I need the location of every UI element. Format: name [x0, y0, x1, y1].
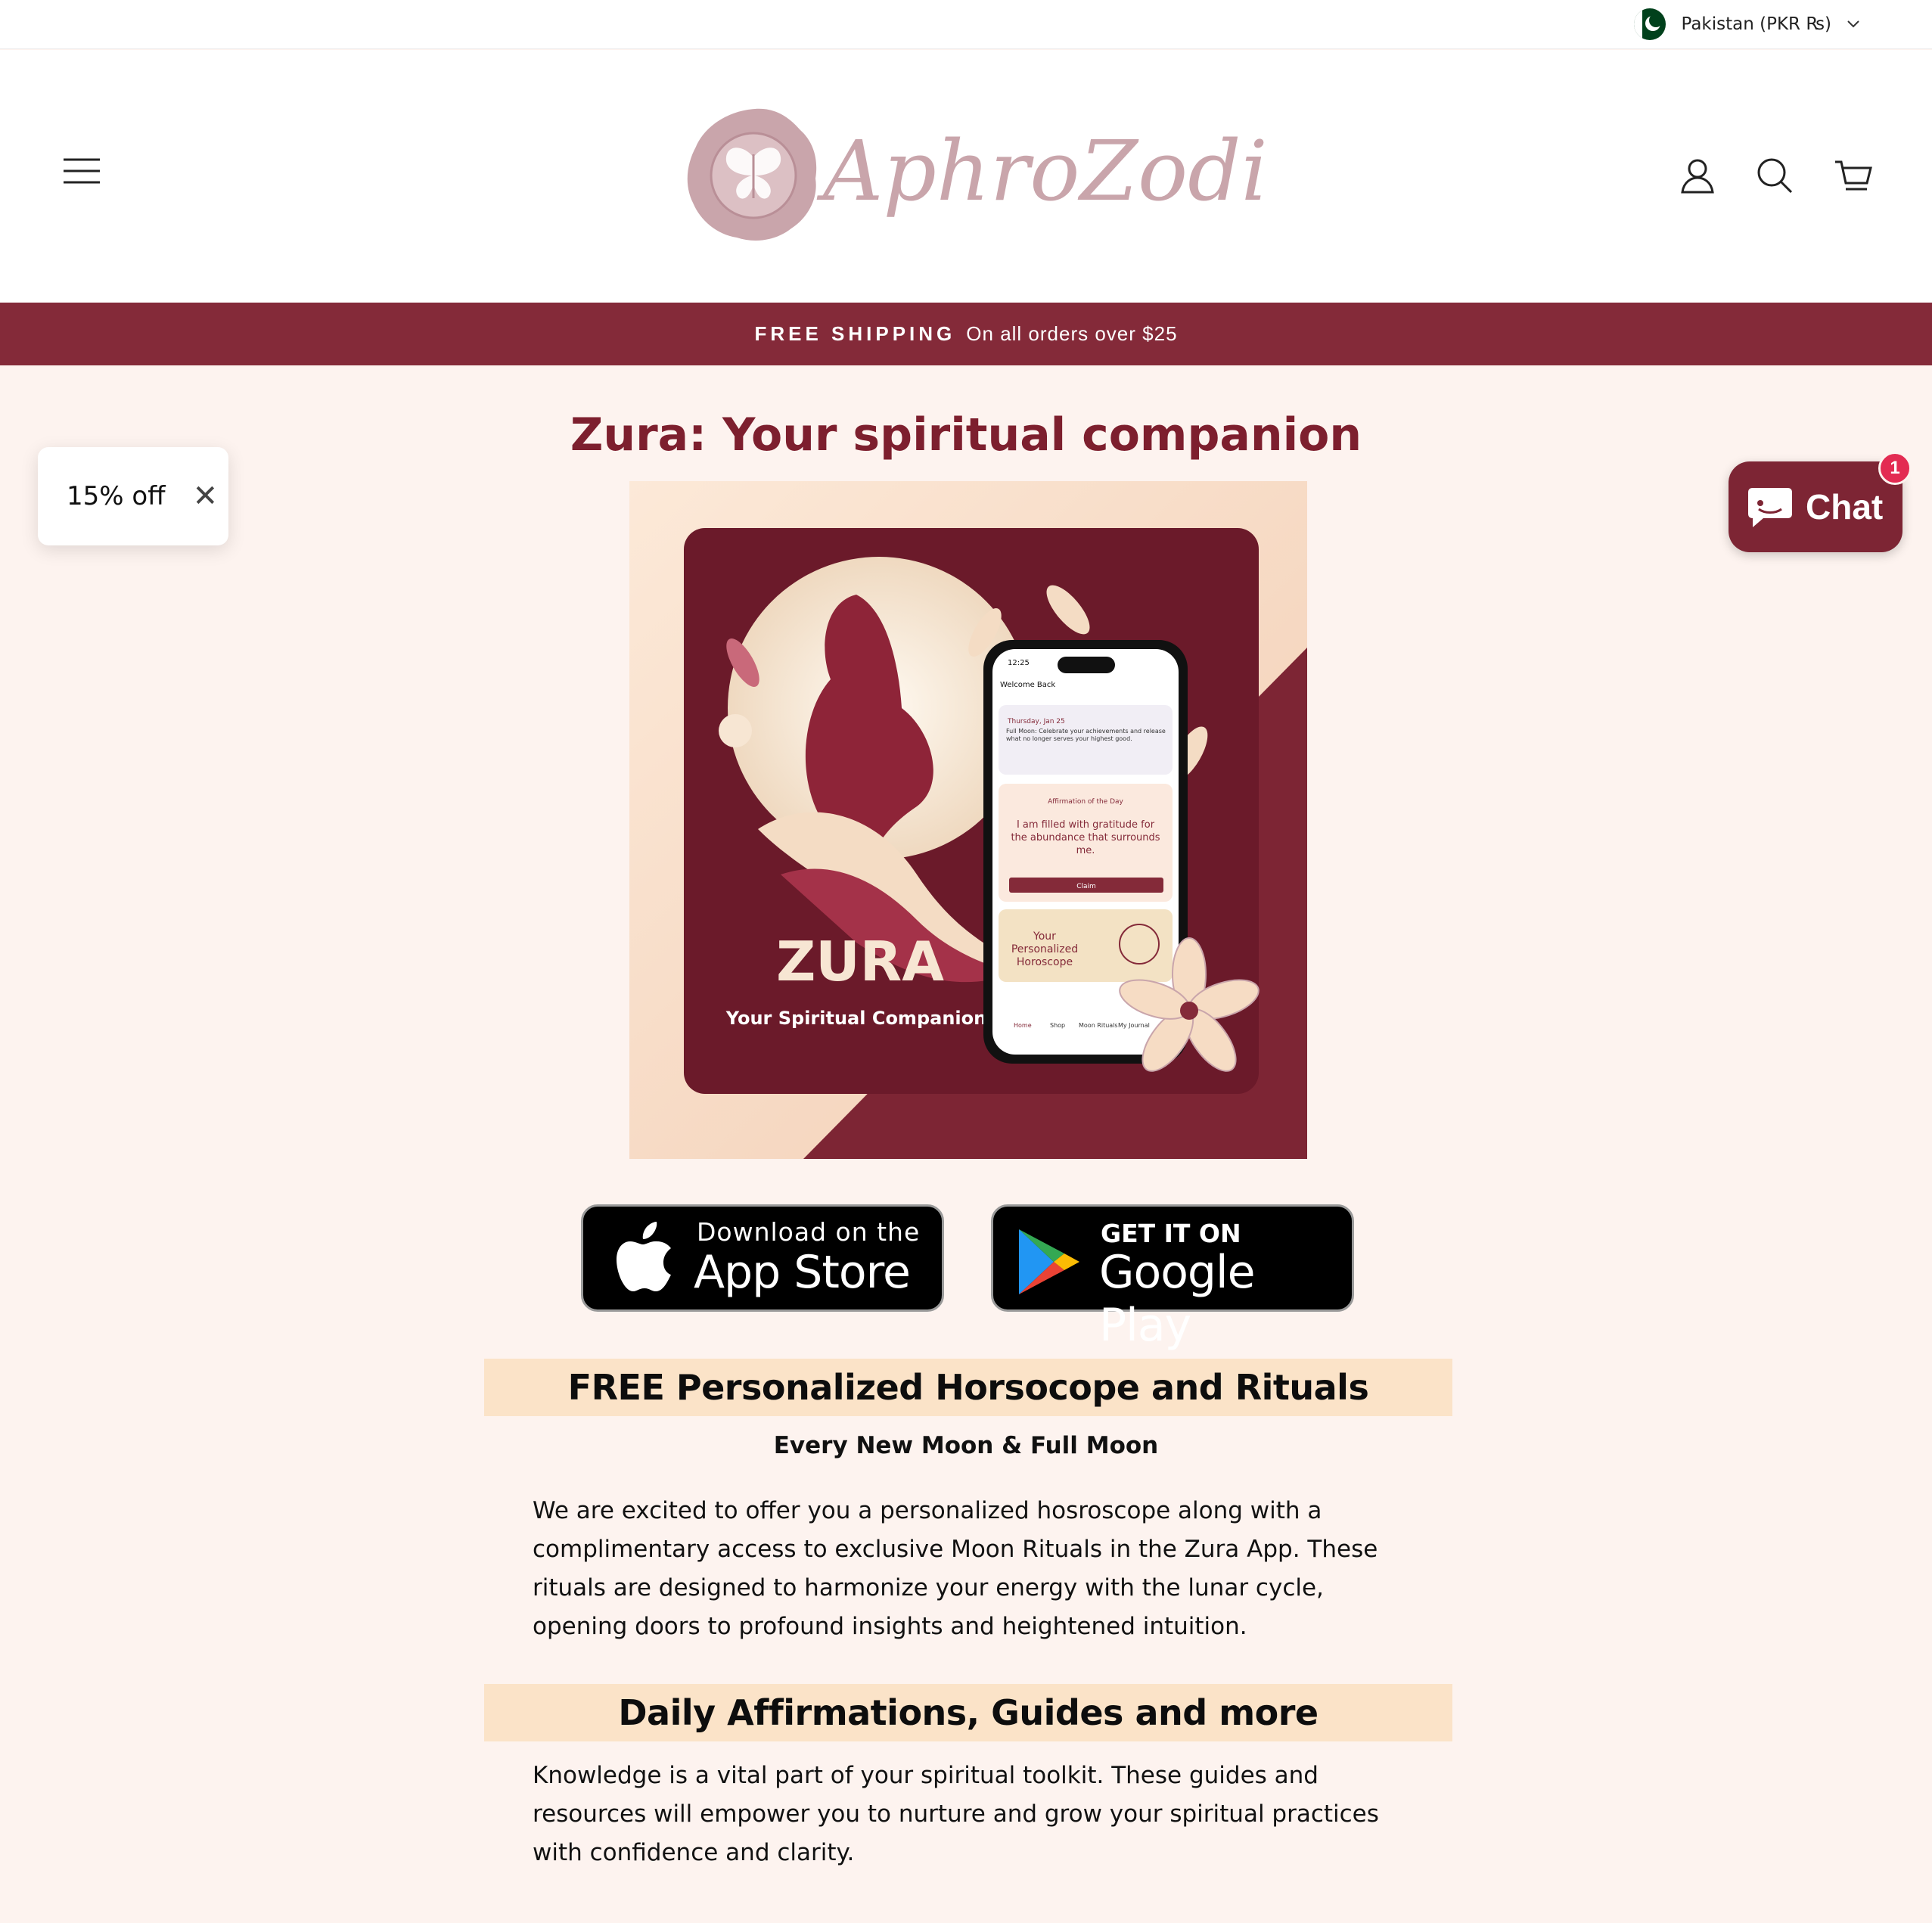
announcement-bold: FREE SHIPPING: [754, 322, 956, 345]
user-icon[interactable]: [1678, 156, 1717, 195]
chat-button[interactable]: Chat: [1729, 461, 1902, 552]
utility-bar: Pakistan (PKR ₨): [0, 0, 1932, 49]
currency-selector[interactable]: Pakistan (PKR ₨): [1634, 8, 1860, 41]
svg-text:Moon Rituals: Moon Rituals: [1079, 1022, 1118, 1029]
chat-bubble-icon: [1748, 488, 1792, 527]
currency-label: Pakistan (PKR ₨): [1681, 14, 1831, 34]
announcement-bar: FREE SHIPPING On all orders over $25: [0, 303, 1932, 365]
app-store-big-text: App Store: [694, 1246, 911, 1299]
svg-text:12:25: 12:25: [1008, 659, 1030, 667]
section-subheading: Every New Moon & Full Moon: [773, 1432, 1159, 1459]
svg-text:Claim: Claim: [1076, 883, 1096, 890]
svg-text:ZURA: ZURA: [776, 930, 944, 993]
svg-text:Welcome Back: Welcome Back: [1000, 681, 1055, 689]
discount-label[interactable]: 15% off: [67, 481, 166, 511]
discount-popup: 15% off ✕: [38, 447, 228, 545]
app-store-small-text: Download on the: [697, 1217, 921, 1247]
section-body-horoscope: We are excited to offer you a personaliz…: [533, 1497, 1378, 1640]
section-heading-horoscope: FREE Personalized Horsocope and Rituals: [484, 1359, 1452, 1416]
search-icon[interactable]: [1755, 156, 1794, 195]
hero-image: ZURA Your Spiritual Companion 12:25 Welc…: [629, 481, 1307, 1159]
svg-text:AphroZodiac: AphroZodiac: [816, 123, 1269, 219]
site-logo[interactable]: AphroZodiac: [679, 100, 1364, 251]
google-play-small-text: GET IT ON: [1101, 1219, 1241, 1248]
cart-icon[interactable]: [1834, 156, 1873, 195]
announcement-text: On all orders over $25: [966, 322, 1178, 345]
hamburger-icon[interactable]: [61, 156, 103, 186]
svg-text:Thursday, Jan 25: Thursday, Jan 25: [1007, 718, 1065, 725]
site-header: AphroZodiac: [0, 50, 1932, 303]
google-play-big-text: Google Play: [1099, 1246, 1256, 1352]
section-body-affirmations: Knowledge is a vital part of your spirit…: [533, 1762, 1379, 1866]
chevron-down-icon: [1847, 20, 1859, 28]
pakistan-flag-icon: [1634, 8, 1666, 40]
svg-text:Home: Home: [1014, 1022, 1032, 1029]
page-title: Zura: Your spiritual companion: [570, 409, 1362, 461]
svg-text:Affirmation of the Day: Affirmation of the Day: [1048, 798, 1123, 806]
section-heading-affirmations: Daily Affirmations, Guides and more: [484, 1684, 1452, 1741]
svg-text:My Journal: My Journal: [1118, 1022, 1150, 1029]
app-store-button[interactable]: Download on the App Store: [581, 1204, 944, 1312]
apple-icon: [617, 1222, 671, 1291]
svg-text:Shop: Shop: [1050, 1022, 1065, 1029]
google-play-button[interactable]: GET IT ON Google Play: [991, 1204, 1354, 1352]
google-play-icon: [1019, 1229, 1079, 1294]
svg-text:Your Spiritual Companion: Your Spiritual Companion: [725, 1008, 986, 1029]
close-icon[interactable]: ✕: [193, 481, 219, 511]
chat-label: Chat: [1806, 487, 1884, 527]
